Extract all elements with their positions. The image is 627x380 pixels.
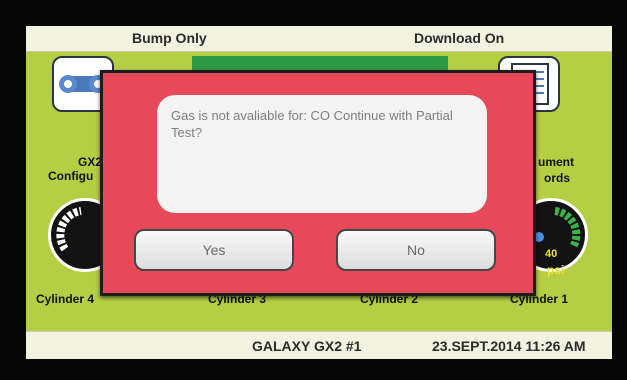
gauge-1-value: 40 <box>545 248 557 260</box>
partial-test-dialog: Gas is not avaliable for: CO Continue wi… <box>100 70 536 296</box>
configuration-label-line2: Configu <box>48 169 94 183</box>
no-button[interactable]: No <box>336 229 496 271</box>
bottom-status-bar: GALAXY GX2 #1 23.SEPT.2014 11:26 AM <box>26 331 612 359</box>
device-name: GALAXY GX2 #1 <box>252 338 362 354</box>
cylinder-4-label: Cylinder 4 <box>36 292 95 306</box>
records-label-line2: ords <box>544 171 571 185</box>
download-status: Download On <box>414 30 505 46</box>
records-label-line1: ument <box>538 155 574 169</box>
top-status-bar: Bump Only Download On <box>26 26 612 52</box>
message-box: Gas is not avaliable for: CO Continue wi… <box>157 95 487 213</box>
bump-only-status: Bump Only <box>132 30 207 46</box>
date-time: 23.SEPT.2014 11:26 AM <box>432 338 586 354</box>
dialog-message: Gas is not avaliable for: CO Continue wi… <box>171 108 453 140</box>
status-strip <box>192 56 448 70</box>
touch-screen: Bump Only Download On GX2 Configu ument … <box>26 26 612 359</box>
yes-button[interactable]: Yes <box>134 229 294 271</box>
gauge-1-unit: psi <box>547 263 565 277</box>
configuration-label-line1: GX2 <box>78 155 103 169</box>
